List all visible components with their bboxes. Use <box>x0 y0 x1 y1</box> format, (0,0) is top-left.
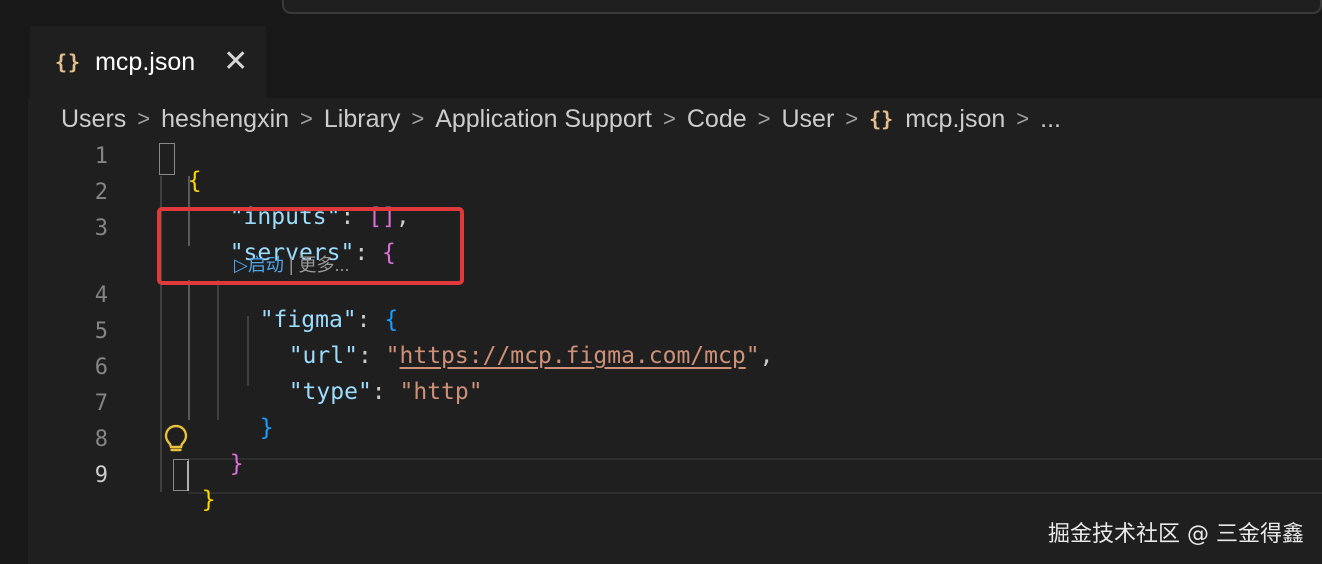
breadcrumb-item-file[interactable]: mcp.json <box>905 105 1005 134</box>
line-number: 3 <box>94 216 108 241</box>
quote: " <box>745 343 760 369</box>
lightbulb-icon[interactable] <box>163 424 189 454</box>
annotation-highlight-box <box>157 207 464 285</box>
chevron-right-icon: > <box>845 106 859 131</box>
indent-guide-active <box>188 280 190 420</box>
json-file-icon: {} <box>55 50 82 74</box>
open-brace: { <box>187 168 202 194</box>
close-brace: } <box>259 415 274 441</box>
comma: , <box>759 343 774 369</box>
breadcrumb-item-application-support[interactable]: Application Support <box>435 105 652 134</box>
code-line-6[interactable]: "type": "http" <box>261 353 483 405</box>
breadcrumb-item-more[interactable]: ... <box>1040 105 1061 134</box>
code-line-9[interactable]: } <box>174 461 216 513</box>
line-number: 8 <box>94 427 108 452</box>
close-brace: } <box>229 451 244 477</box>
current-line-highlight <box>188 458 1322 494</box>
chevron-right-icon: > <box>757 106 771 131</box>
json-key: "type" <box>288 379 372 405</box>
line-number: 7 <box>94 391 108 416</box>
json-file-icon: {} <box>869 107 894 131</box>
code-line-1[interactable]: { <box>160 142 202 194</box>
line-number: 1 <box>94 144 108 169</box>
watermark: 掘金技术社区 @ 三金得鑫 <box>1048 522 1304 547</box>
line-number: 4 <box>94 283 108 308</box>
breadcrumb-item-user[interactable]: User <box>781 105 834 134</box>
close-icon[interactable]: ✕ <box>223 47 248 77</box>
chevron-right-icon: > <box>1016 106 1030 131</box>
title-bar <box>0 0 1322 26</box>
line-number: 6 <box>94 355 108 380</box>
string-value: "http" <box>399 379 483 405</box>
tab-mcp-json[interactable]: {} mcp.json ✕ <box>30 26 266 98</box>
line-number: 2 <box>94 180 108 205</box>
line-number: 5 <box>94 319 108 344</box>
chevron-right-icon: > <box>137 106 151 131</box>
text-cursor <box>187 461 189 491</box>
breadcrumb-item-heshengxin[interactable]: heshengxin <box>161 105 289 134</box>
breadcrumb-item-code[interactable]: Code <box>687 105 747 134</box>
activity-bar-edge <box>0 98 28 564</box>
colon: : <box>371 379 400 405</box>
breadcrumb-item-users[interactable]: Users <box>61 105 126 134</box>
chevron-right-icon: > <box>300 106 313 131</box>
chevron-right-icon: > <box>411 106 425 131</box>
command-center[interactable] <box>282 0 1322 14</box>
breadcrumb: Users > heshengxin > Library > Applicati… <box>61 101 1061 137</box>
line-number-active: 9 <box>94 463 108 488</box>
indent-guide <box>217 280 219 420</box>
breadcrumb-item-library[interactable]: Library <box>324 105 400 134</box>
chevron-right-icon: > <box>663 106 676 131</box>
tab-label: mcp.json <box>95 47 196 76</box>
tab-bar: {} mcp.json ✕ <box>0 26 1322 98</box>
close-brace: } <box>201 487 216 513</box>
